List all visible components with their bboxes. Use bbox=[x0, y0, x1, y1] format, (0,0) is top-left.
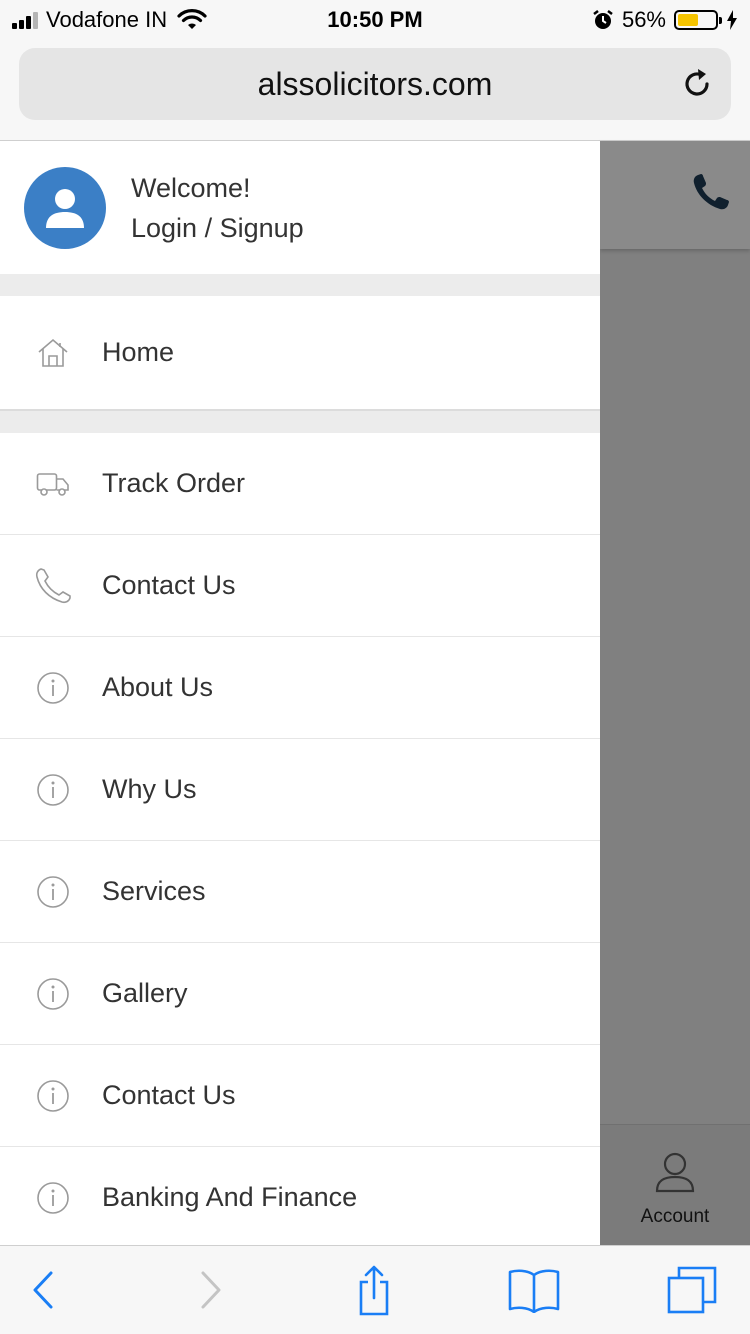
menu-item-home[interactable]: Home bbox=[0, 296, 600, 411]
battery-fill bbox=[678, 14, 698, 26]
welcome-text: Welcome! bbox=[131, 172, 251, 203]
menu-item-label: Gallery bbox=[102, 978, 188, 1008]
account-icon bbox=[655, 1152, 695, 1193]
user-header[interactable]: Welcome! Login / Signup bbox=[0, 141, 600, 274]
info-icon bbox=[31, 666, 75, 710]
menu-item-about-us[interactable]: About Us bbox=[0, 637, 600, 739]
account-label: Account bbox=[640, 1206, 710, 1227]
battery-area: 56% bbox=[592, 7, 738, 33]
menu-item-why-us[interactable]: Why Us bbox=[0, 739, 600, 841]
info-icon bbox=[31, 972, 75, 1016]
menu-item-label: Track Order bbox=[102, 468, 246, 498]
account-tab[interactable]: Account bbox=[600, 1124, 750, 1245]
info-icon bbox=[31, 1074, 75, 1118]
back-chevron-icon[interactable] bbox=[18, 1264, 68, 1316]
address-bar[interactable]: alssolicitors.com bbox=[19, 48, 731, 120]
navigation-drawer: Welcome! Login / Signup Home Track Order bbox=[0, 141, 600, 1245]
menu-item-contact-us-2[interactable]: Contact Us bbox=[0, 1045, 600, 1147]
info-icon bbox=[31, 1176, 75, 1220]
reload-icon[interactable] bbox=[679, 66, 715, 102]
menu-item-services[interactable]: Services bbox=[0, 841, 600, 943]
avatar bbox=[24, 166, 106, 249]
login-signup-link[interactable]: Login / Signup bbox=[131, 208, 304, 248]
info-icon bbox=[31, 870, 75, 914]
menu-item-contact-us[interactable]: Contact Us bbox=[0, 535, 600, 637]
divider bbox=[0, 411, 600, 433]
user-icon bbox=[46, 188, 84, 228]
menu-item-label: Why Us bbox=[102, 774, 197, 804]
menu-item-gallery[interactable]: Gallery bbox=[0, 943, 600, 1045]
forward-chevron-icon[interactable] bbox=[186, 1264, 236, 1316]
phone-icon[interactable] bbox=[690, 171, 732, 213]
browser-toolbar bbox=[0, 1245, 750, 1334]
share-icon[interactable] bbox=[349, 1264, 399, 1316]
menu-item-label: Banking And Finance bbox=[102, 1182, 358, 1212]
home-icon bbox=[31, 331, 75, 375]
menu-item-label: About Us bbox=[102, 672, 214, 702]
user-text: Welcome! Login / Signup bbox=[131, 168, 304, 248]
site-header bbox=[600, 141, 750, 249]
divider bbox=[0, 274, 600, 296]
info-icon bbox=[31, 768, 75, 812]
battery-percent: 56% bbox=[621, 7, 666, 32]
status-bar: Vodafone IN 10:50 PM 56% bbox=[0, 0, 750, 40]
battery-icon bbox=[674, 10, 722, 30]
phone-icon bbox=[31, 564, 75, 608]
menu-item-label: Services bbox=[102, 876, 206, 906]
tabs-icon[interactable] bbox=[664, 1264, 720, 1316]
charging-bolt-icon bbox=[727, 10, 737, 30]
alarm-icon bbox=[593, 10, 613, 29]
menu-item-label: Contact Us bbox=[102, 1080, 236, 1110]
menu-item-track-order[interactable]: Track Order bbox=[0, 433, 600, 535]
url-text: alssolicitors.com bbox=[257, 65, 493, 102]
truck-icon bbox=[31, 462, 75, 506]
menu-item-label: Home bbox=[102, 337, 175, 367]
menu-item-banking-and-finance[interactable]: Banking And Finance bbox=[0, 1147, 600, 1245]
bookmarks-icon[interactable] bbox=[504, 1264, 564, 1316]
menu-item-label: Contact Us bbox=[102, 570, 236, 600]
browser-address-area: alssolicitors.com bbox=[0, 40, 750, 141]
